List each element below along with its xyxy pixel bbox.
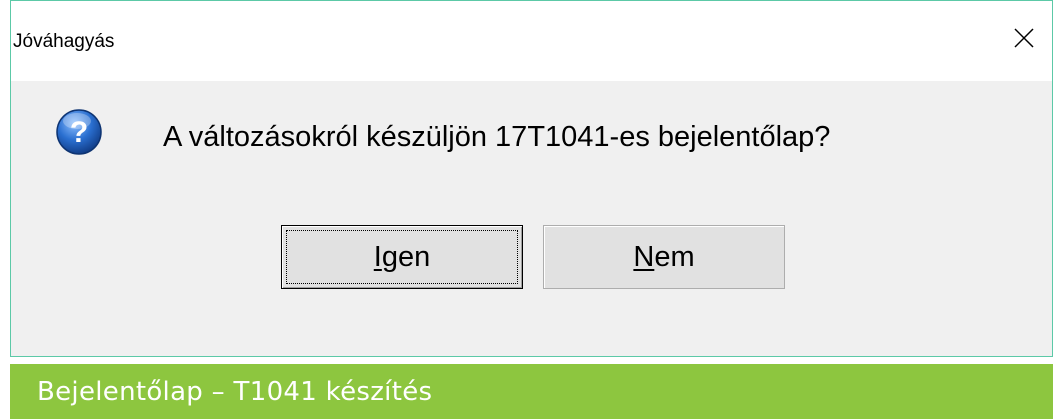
close-button[interactable] xyxy=(996,15,1052,61)
no-button-label: Nem xyxy=(633,240,695,273)
svg-text:?: ? xyxy=(70,116,88,149)
close-icon xyxy=(1014,28,1034,48)
dialog-title: Jóváhagyás xyxy=(13,31,115,52)
caption-text: Bejelentőlap – T1041 készítés xyxy=(37,377,433,407)
caption-banner: Bejelentőlap – T1041 készítés xyxy=(10,364,1053,419)
no-button[interactable]: Nem xyxy=(543,225,785,289)
confirmation-dialog: Jóváhagyás ? A változásokról készüljön 1… xyxy=(10,0,1053,357)
question-icon: ? xyxy=(55,108,103,156)
yes-button[interactable]: Igen xyxy=(281,225,523,289)
dialog-titlebar[interactable]: Jóváhagyás xyxy=(11,1,1052,81)
yes-button-label: Igen xyxy=(373,240,431,273)
dialog-message: A változásokról készüljön 17T1041-es bej… xyxy=(163,121,831,153)
